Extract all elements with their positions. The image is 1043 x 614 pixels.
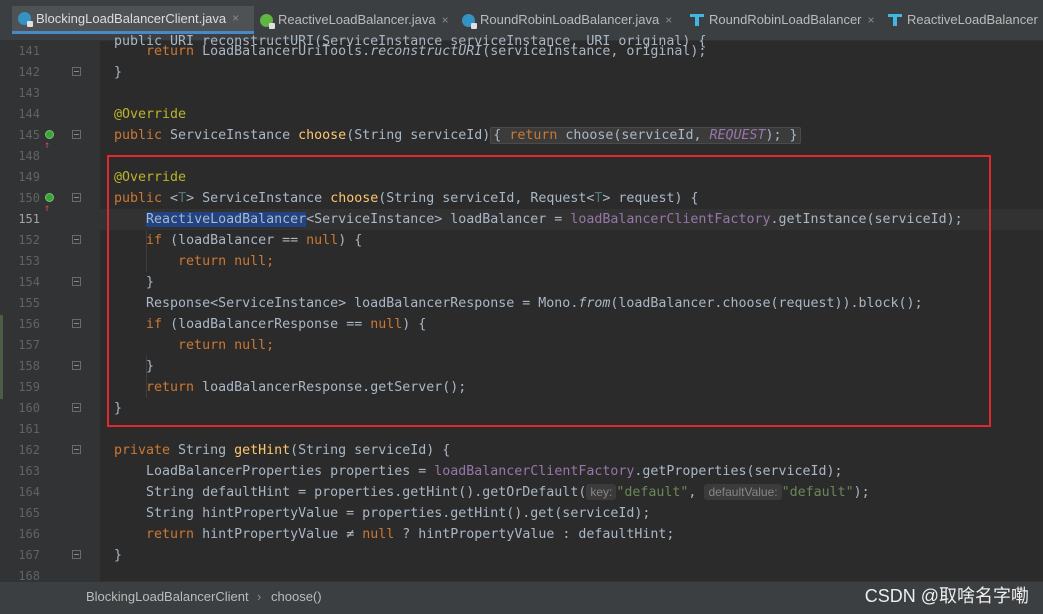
breadcrumb-method[interactable]: choose(): [271, 582, 322, 612]
line-number: 154: [18, 275, 40, 289]
code-line-164: String defaultHint = properties.getHint(…: [146, 484, 870, 500]
class-structure-icon: [690, 14, 704, 26]
breadcrumb-separator: ›: [257, 589, 262, 604]
line-number: 156: [18, 317, 40, 331]
code-line-166: return hintPropertyValue ≠ null ? hintPr…: [146, 527, 675, 542]
code-line-162: private String getHint(String serviceId)…: [114, 443, 451, 458]
line-number: 155: [18, 296, 40, 310]
tab-roundrobinloadbalancer-java[interactable]: RoundRobinLoadBalancer.java ×: [456, 6, 684, 34]
close-icon[interactable]: ×: [442, 6, 449, 34]
line-number: 166: [18, 527, 40, 541]
tab-reactiveloadbalancer-java[interactable]: ReactiveLoadBalancer.java ×: [254, 6, 456, 34]
code-line-145: public ServiceInstance choose(String ser…: [114, 125, 801, 146]
line-number: 165: [18, 506, 40, 520]
close-icon[interactable]: ×: [665, 6, 672, 34]
overrides-method-icon[interactable]: ↑: [44, 192, 57, 214]
code-line-144: @Override: [114, 107, 187, 122]
overrides-method-icon[interactable]: ↑: [44, 129, 57, 151]
code-line-167: }: [114, 548, 123, 563]
line-number: 143: [18, 86, 40, 100]
line-number: 162: [18, 443, 40, 457]
line-number: 148: [18, 149, 40, 163]
parameter-hint: defaultValue:: [704, 484, 782, 500]
fold-end-icon[interactable]: [72, 277, 81, 286]
tab-reactiveloadbalancer-structure[interactable]: ReactiveLoadBalancer: [882, 6, 1043, 34]
tab-label: RoundRobinLoadBalancer.java: [480, 12, 660, 27]
close-icon[interactable]: ×: [232, 6, 239, 31]
line-number-current: 151: [18, 212, 40, 226]
fold-start-icon[interactable]: [72, 235, 81, 244]
line-number: 149: [18, 170, 40, 184]
code-line-141: return LoadBalancerUriTools.reconstructU…: [146, 44, 707, 59]
line-number: 159: [18, 380, 40, 394]
code-line-163: LoadBalancerProperties properties = load…: [146, 464, 843, 479]
close-icon[interactable]: ×: [868, 6, 875, 34]
fold-start-icon[interactable]: [72, 319, 81, 328]
class-structure-icon: [888, 14, 902, 26]
line-number: 163: [18, 464, 40, 478]
tab-label: ReactiveLoadBalancer: [907, 12, 1038, 27]
watermark: CSDN @取啥名字嘞: [864, 586, 1029, 606]
parameter-hint: key:: [586, 484, 617, 500]
fold-start-icon[interactable]: [72, 445, 81, 454]
class-file-icon: [462, 13, 477, 29]
fold-start-icon[interactable]: [72, 193, 81, 202]
class-file-icon: [18, 12, 33, 27]
line-number: 157: [18, 338, 40, 352]
code-line-142: }: [114, 65, 123, 80]
annotation-highlight-box: [107, 155, 991, 427]
breadcrumb-class[interactable]: BlockingLoadBalancerClient: [86, 582, 249, 612]
fold-end-icon[interactable]: [72, 550, 81, 559]
tab-roundrobinloadbalancer-structure[interactable]: RoundRobinLoadBalancer ×: [684, 6, 882, 34]
line-number: 150: [18, 191, 40, 205]
vcs-change-marker: [0, 315, 3, 399]
line-number: 142: [18, 65, 40, 79]
fold-icon[interactable]: [72, 130, 81, 139]
code-line-165: String hintPropertyValue = properties.ge…: [146, 506, 651, 521]
line-number: 164: [18, 485, 40, 499]
line-number: 144: [18, 107, 40, 121]
fold-end-icon[interactable]: [72, 403, 81, 412]
fold-end-icon[interactable]: [72, 67, 81, 76]
tab-label: RoundRobinLoadBalancer: [709, 12, 862, 27]
tab-label: BlockingLoadBalancerClient.java: [36, 11, 227, 26]
line-number: 145: [18, 128, 40, 142]
fold-end-icon[interactable]: [72, 361, 81, 370]
line-number: 153: [18, 254, 40, 268]
line-number: 141: [18, 44, 40, 58]
line-number: 161: [18, 422, 40, 436]
line-number: 160: [18, 401, 40, 415]
line-number: 152: [18, 233, 40, 247]
line-number: 167: [18, 548, 40, 562]
tab-blockingloadbalancerclient[interactable]: BlockingLoadBalancerClient.java ×: [12, 6, 254, 34]
line-number: 158: [18, 359, 40, 373]
tab-label: ReactiveLoadBalancer.java: [278, 12, 436, 27]
interface-file-icon: [260, 13, 275, 29]
